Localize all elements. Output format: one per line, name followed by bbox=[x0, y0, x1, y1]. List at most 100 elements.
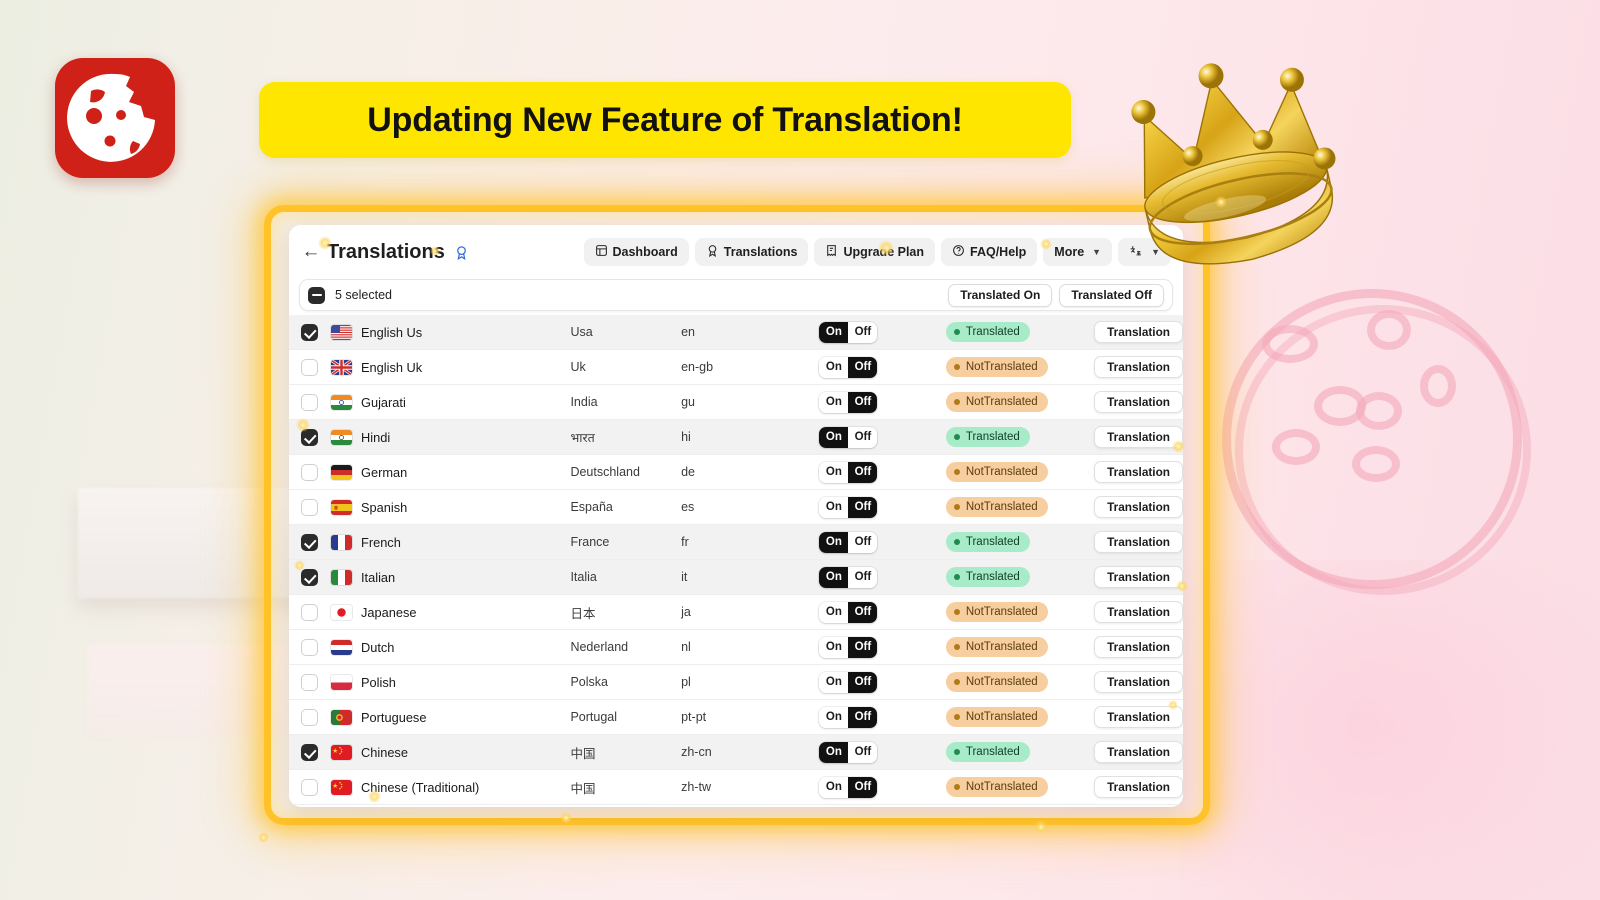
row-checkbox[interactable] bbox=[301, 778, 318, 796]
row-checkbox[interactable] bbox=[301, 743, 318, 761]
status-toggle[interactable]: On Off bbox=[819, 496, 878, 518]
row-checkbox[interactable] bbox=[301, 603, 318, 621]
toggle-on-option[interactable]: On bbox=[819, 497, 848, 518]
toggle-off-option[interactable]: Off bbox=[848, 601, 878, 623]
toggle-on-option[interactable]: On bbox=[819, 531, 849, 553]
translation-button[interactable]: Translation bbox=[1094, 496, 1183, 518]
table-row[interactable]: Chinese 中国 zh-cn On Off Translated Trans… bbox=[289, 735, 1183, 770]
toggle-on-option[interactable]: On bbox=[819, 707, 848, 728]
status-dot-icon bbox=[953, 364, 960, 370]
toggle-on-option[interactable]: On bbox=[819, 602, 848, 623]
toggle-on-option[interactable]: On bbox=[819, 392, 848, 413]
table-row[interactable]: Polish Polska pl On Off NotTranslated Tr… bbox=[289, 665, 1183, 700]
table-row[interactable]: Italian Italia it On Off Translated Tran… bbox=[289, 560, 1183, 595]
row-checkbox[interactable] bbox=[301, 638, 318, 656]
row-action-cell: Translation bbox=[1094, 776, 1183, 798]
toggle-off-option[interactable]: Off bbox=[848, 427, 877, 448]
status-toggle[interactable]: On Off bbox=[819, 356, 878, 378]
toggle-off-option[interactable]: Off bbox=[848, 356, 878, 378]
toggle-on-option[interactable]: On bbox=[819, 426, 849, 448]
table-row[interactable]: English Uk Uk en-gb On Off NotTranslated… bbox=[289, 350, 1183, 385]
table-row[interactable]: Dutch Nederland nl On Off NotTranslated … bbox=[289, 630, 1183, 665]
status-toggle[interactable]: On Off bbox=[819, 706, 878, 728]
status-badge: NotTranslated bbox=[945, 707, 1048, 727]
toggle-off-option[interactable]: Off bbox=[848, 636, 878, 658]
row-flag-cell bbox=[331, 499, 361, 515]
status-toggle[interactable]: On Off bbox=[819, 671, 878, 693]
toggle-on-option[interactable]: On bbox=[819, 777, 848, 798]
status-toggle[interactable]: On Off bbox=[819, 461, 878, 483]
toolbar-button-translations[interactable]: Translations bbox=[694, 238, 809, 266]
toolbar-button-dashboard[interactable]: Dashboard bbox=[583, 238, 689, 266]
toolbar-button-faq-help[interactable]: FAQ/Help bbox=[941, 238, 1038, 266]
language-native: 中国 bbox=[570, 746, 596, 761]
table-row[interactable]: Chinese (Traditional) 中国 zh-tw On Off No… bbox=[289, 770, 1183, 805]
toggle-on-option[interactable]: On bbox=[819, 741, 849, 763]
status-toggle[interactable]: On Off bbox=[819, 566, 878, 588]
toggle-off-option[interactable]: Off bbox=[848, 391, 878, 413]
status-toggle[interactable]: On Off bbox=[819, 321, 878, 343]
table-row[interactable]: German Deutschland de On Off NotTranslat… bbox=[289, 455, 1183, 490]
row-checkbox[interactable] bbox=[301, 463, 318, 481]
translation-button[interactable]: Translation bbox=[1094, 776, 1183, 798]
toggle-off-option[interactable]: Off bbox=[848, 567, 877, 588]
translation-button[interactable]: Translation bbox=[1094, 601, 1183, 623]
status-toggle[interactable]: On Off bbox=[819, 741, 878, 763]
row-checkbox[interactable] bbox=[301, 673, 318, 691]
toggle-off-option[interactable]: Off bbox=[848, 461, 878, 483]
row-checkbox[interactable] bbox=[301, 358, 318, 376]
row-checkbox[interactable] bbox=[301, 323, 318, 341]
toolbar-button-more[interactable]: More ▼ bbox=[1043, 238, 1113, 266]
row-checkbox[interactable] bbox=[301, 708, 318, 726]
table-row[interactable]: Portuguese Portugal pt-pt On Off NotTran… bbox=[289, 700, 1183, 735]
status-toggle[interactable]: On Off bbox=[819, 391, 878, 413]
table-row[interactable]: Spanish España es On Off NotTranslated T… bbox=[289, 490, 1183, 525]
table-row[interactable]: Japanese 日本 ja On Off NotTranslated Tran… bbox=[289, 595, 1183, 630]
row-checkbox[interactable] bbox=[301, 533, 318, 551]
table-row[interactable]: French France fr On Off Translated Trans… bbox=[289, 525, 1183, 560]
toggle-off-option[interactable]: Off bbox=[848, 496, 878, 518]
toggle-on-option[interactable]: On bbox=[819, 672, 848, 693]
cookie-watermark-chip bbox=[1420, 365, 1456, 407]
toggle-on-option[interactable]: On bbox=[819, 637, 848, 658]
row-checkbox[interactable] bbox=[301, 393, 318, 411]
status-toggle[interactable]: On Off bbox=[819, 531, 878, 553]
translation-button[interactable]: Translation bbox=[1094, 531, 1183, 553]
table-row[interactable]: English Us Usa en On Off Translated Tran… bbox=[289, 315, 1183, 350]
row-status-cell: NotTranslated bbox=[945, 497, 1094, 517]
toggle-off-option[interactable]: Off bbox=[848, 742, 877, 763]
translation-button[interactable]: Translation bbox=[1094, 461, 1183, 483]
toggle-on-option[interactable]: On bbox=[819, 321, 849, 343]
toggle-on-option[interactable]: On bbox=[819, 357, 848, 378]
toggle-off-option[interactable]: Off bbox=[848, 776, 878, 798]
translation-button[interactable]: Translation bbox=[1094, 706, 1183, 728]
translation-button[interactable]: Translation bbox=[1094, 566, 1183, 588]
status-toggle[interactable]: On Off bbox=[819, 426, 878, 448]
toggle-off-option[interactable]: Off bbox=[848, 532, 877, 553]
translation-button[interactable]: Translation bbox=[1094, 391, 1183, 413]
toolbar-button-upgrade-plan[interactable]: Upgrade Plan bbox=[814, 238, 936, 266]
toggle-off-option[interactable]: Off bbox=[848, 322, 877, 343]
status-toggle[interactable]: On Off bbox=[819, 636, 878, 658]
toggle-on-option[interactable]: On bbox=[819, 566, 849, 588]
toggle-off-option[interactable]: Off bbox=[848, 671, 878, 693]
translation-button[interactable]: Translation bbox=[1094, 356, 1183, 378]
row-checkbox[interactable] bbox=[301, 498, 318, 516]
status-toggle[interactable]: On Off bbox=[819, 776, 878, 798]
translated-on-button[interactable]: Translated On bbox=[948, 283, 1053, 307]
translation-button[interactable]: Translation bbox=[1094, 741, 1183, 763]
toggle-on-option[interactable]: On bbox=[819, 462, 848, 483]
status-toggle[interactable]: On Off bbox=[819, 601, 878, 623]
translation-button[interactable]: Translation bbox=[1094, 426, 1183, 448]
toggle-off-option[interactable]: Off bbox=[848, 706, 878, 728]
table-row[interactable]: Hindi भारत hi On Off Translated Translat… bbox=[289, 420, 1183, 455]
back-button[interactable]: ← bbox=[299, 241, 323, 263]
translation-button[interactable]: Translation bbox=[1094, 671, 1183, 693]
select-all-checkbox[interactable] bbox=[308, 286, 325, 304]
row-checkbox[interactable] bbox=[301, 428, 318, 446]
translation-button[interactable]: Translation bbox=[1094, 636, 1183, 658]
translation-button[interactable]: Translation bbox=[1094, 321, 1183, 343]
table-row[interactable]: Gujarati India gu On Off NotTranslated T… bbox=[289, 385, 1183, 420]
row-checkbox[interactable] bbox=[301, 568, 318, 586]
cookie-icon bbox=[67, 73, 155, 162]
